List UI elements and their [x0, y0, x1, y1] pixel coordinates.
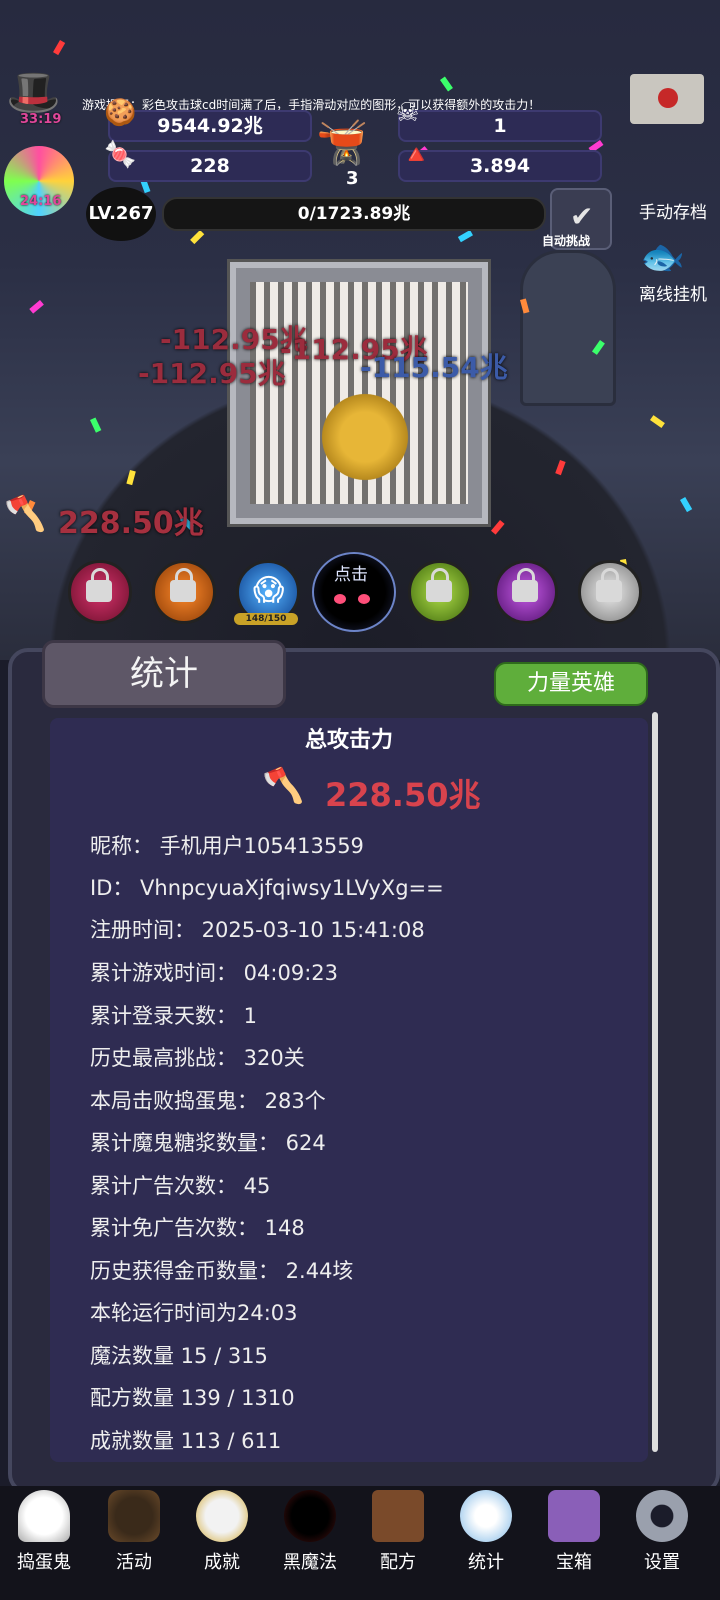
candy-timer: 24:16 [20, 194, 62, 209]
stat-magic: 魔法数量 15 / 315 [90, 1344, 268, 1368]
stat-id: ID： VhnpcyuaXjfqiwsy1LVyXg== [90, 876, 444, 900]
stat-syrup: 累计魔鬼糖浆数量： 624 [90, 1131, 326, 1155]
offline-button[interactable]: 离线挂机 [628, 280, 718, 305]
total-attack-value: 228.50兆 [325, 776, 481, 814]
hat-timer: 33:19 [20, 112, 62, 127]
green-orb[interactable] [408, 560, 472, 624]
total-attack-title: 总攻击力 [304, 728, 393, 753]
demon-icon [284, 1490, 336, 1542]
power-hero-button[interactable]: 力量英雄 [494, 662, 648, 706]
manual-save-button[interactable]: 手动存档 [628, 198, 718, 223]
stat-defeated: 本局击败捣蛋鬼： 283个 [90, 1089, 326, 1113]
nav-black-magic[interactable]: 黑魔法 [268, 1490, 352, 1574]
white-orb[interactable] [578, 560, 642, 624]
gift-chest-icon [548, 1490, 600, 1542]
auto-challenge-label: 自动挑战 [542, 234, 591, 248]
stat-max-challenge: 历史最高挑战： 320关 [90, 1046, 305, 1070]
stat-play-time: 累计游戏时间： 04:09:23 [90, 961, 338, 985]
cauldron-icon: 🫕 [316, 118, 369, 167]
stat-login-days: 累计登录天数： 1 [90, 1004, 258, 1028]
potion-resource: 1 [398, 110, 602, 142]
attack-float: 228.50兆 [58, 506, 204, 541]
bow-candy-icon: 🍬 [104, 140, 137, 170]
stat-nickname: 昵称： 手机用户105413559 [90, 834, 364, 858]
skull-potion-icon: ☠ [396, 98, 420, 128]
lock-icon [170, 568, 196, 602]
candy-corn-icon: 🔺 [400, 140, 433, 170]
blue-orb-bar: 148/150 [234, 613, 298, 625]
spellbook-icon [372, 1490, 424, 1542]
lock-icon [426, 568, 452, 602]
lock-icon [86, 568, 112, 602]
axe-icon: 🪓 [262, 766, 305, 806]
nav-statistics[interactable]: 统计 [444, 1490, 528, 1574]
red-orb[interactable] [68, 560, 132, 624]
stat-recipes: 配方数量 139 / 1310 [90, 1386, 295, 1410]
candy-resource: 228 [108, 150, 312, 182]
skull-icon [196, 1490, 248, 1542]
orange-orb[interactable] [152, 560, 216, 624]
level-badge: LV.267 [86, 187, 156, 241]
level-progress: 0/1723.89兆 [162, 197, 546, 231]
sugar-bag-icon: 🍪 [104, 98, 137, 128]
stat-register-time: 注册时间： 2025-03-10 15:41:08 [90, 918, 425, 942]
eyeball-basket-icon [108, 1490, 160, 1542]
tab-statistics[interactable]: 统计 [42, 640, 286, 708]
mail-icon[interactable] [630, 74, 704, 124]
ghost-icon [18, 1490, 70, 1542]
crystal-ball-icon [460, 1490, 512, 1542]
fishbone-icon: 🐟 [640, 237, 685, 278]
sugar-resource: 9544.92兆 [108, 110, 312, 142]
scrollbar[interactable] [652, 712, 658, 1452]
axe-icon: 🪓 [4, 494, 47, 534]
enemy-portrait[interactable] [230, 262, 488, 524]
gear-icon [636, 1490, 688, 1542]
nav-settings[interactable]: 设置 [620, 1490, 704, 1574]
stat-coins: 历史获得金币数量： 2.44垓 [90, 1259, 354, 1283]
checkmark-icon: ✔ [570, 200, 594, 233]
stat-ads: 累计广告次数： 45 [90, 1174, 271, 1198]
cauldron-count: 3 [346, 168, 359, 189]
nav-activity[interactable]: 活动 [92, 1490, 176, 1574]
nav-recipe[interactable]: 配方 [356, 1490, 440, 1574]
lock-icon [596, 568, 622, 602]
coin-pile [320, 382, 410, 492]
nav-chest[interactable]: 宝箱 [532, 1490, 616, 1574]
ghost-face-icon: 😱 [253, 573, 285, 608]
damage-text: -112.95兆 [138, 357, 286, 390]
stat-run-time: 本轮运行时间为24:03 [90, 1301, 298, 1325]
witch-hat-icon[interactable]: 🎩 [6, 66, 61, 118]
stat-achievements: 成就数量 113 / 611 [90, 1429, 282, 1453]
click-label: 点击 [334, 565, 368, 585]
damage-text: -115.54兆 [360, 351, 508, 384]
nav-achievement[interactable]: 成就 [180, 1490, 264, 1574]
stat-ad-free: 累计免广告次数： 148 [90, 1216, 305, 1240]
purple-orb[interactable] [494, 560, 558, 624]
lock-icon [512, 568, 538, 602]
nav-trickster[interactable]: 捣蛋鬼 [2, 1490, 86, 1574]
